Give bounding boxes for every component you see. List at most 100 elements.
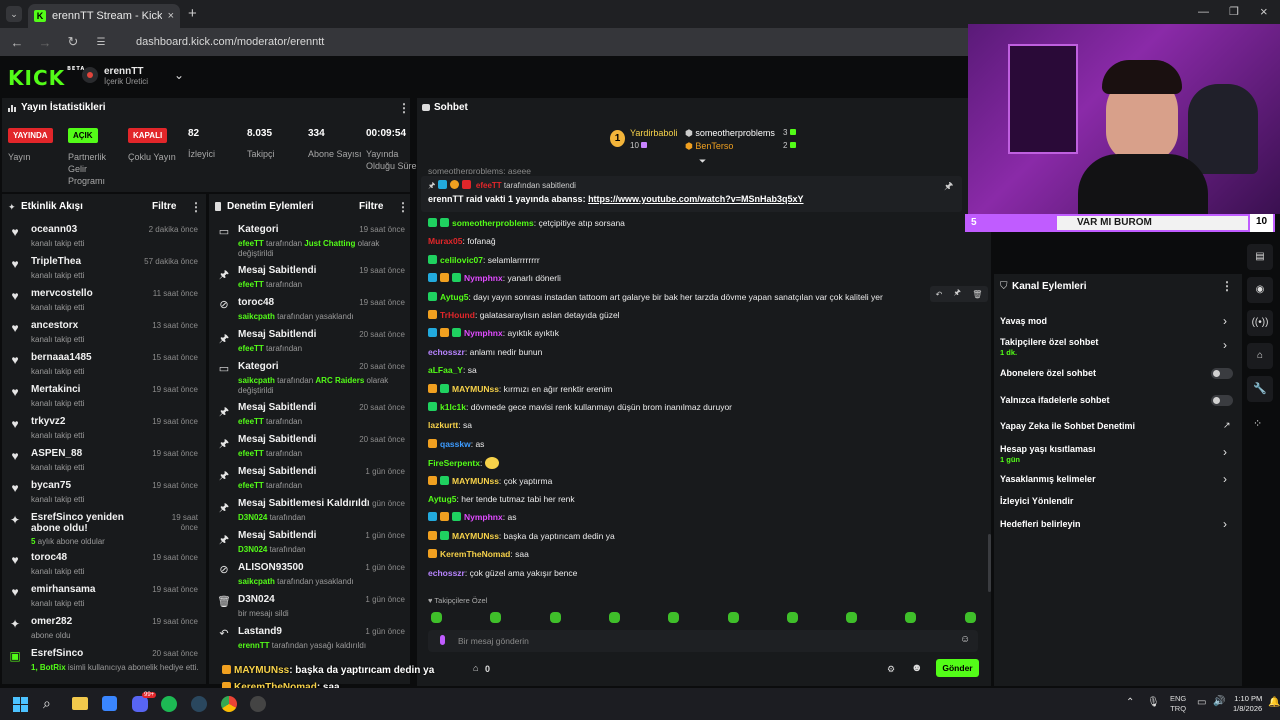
moderation-item[interactable]: 🖈 Mesaj Sabitlendi efeeTT tarafından 19 saa… (209, 263, 410, 295)
moderation-actor[interactable]: efeeTT (238, 481, 264, 490)
chat-message[interactable]: qasskw: as (428, 438, 968, 449)
chat-message[interactable]: MAYMUNss: başka da yaptırıcam dedin ya (428, 530, 968, 541)
chat-username[interactable]: Murax05 (428, 236, 463, 246)
forward-icon[interactable]: → (38, 35, 52, 50)
moderation-item[interactable]: 🖈 Mesaj Sabitlendi efeeTT tarafından 1 gün … (209, 464, 410, 496)
emote-icon[interactable] (846, 612, 858, 623)
spotify-icon[interactable] (161, 696, 177, 712)
activity-item[interactable]: ✦ omer282 abone oldu 19 saat önce (2, 614, 206, 646)
tray-chevron-icon[interactable]: ⌃ (1126, 697, 1134, 708)
channel-action-item[interactable]: Yasaklanmış kelimeler › (994, 470, 1242, 492)
moderation-actor[interactable]: efeeTT (238, 417, 264, 426)
stats-menu-icon[interactable]: ⋮ (398, 101, 410, 115)
activity-item[interactable]: ▣ EsrefSinco 1, BotRix isimli kullanıcıya … (2, 646, 206, 678)
obs-icon[interactable] (250, 696, 266, 712)
emote-picker-icon[interactable]: ☻ (911, 662, 923, 674)
channel-action-item[interactable]: İzleyici Yönlendir (994, 492, 1242, 514)
notification-icon[interactable]: 🔔 (1268, 697, 1280, 708)
chat-username[interactable]: MAYMUNss (452, 384, 499, 394)
restore-icon[interactable]: ❐ (1229, 5, 1239, 18)
emote-icon[interactable] (490, 612, 502, 623)
moderation-item[interactable]: ▭ Kategori efeeTT tarafından Just Chatting… (209, 222, 410, 263)
chat-message[interactable]: MAYMUNss: çok yaptırma (428, 475, 968, 486)
activity-item[interactable]: ♥ bycan75 kanalı takip etti 19 saat önce (2, 478, 206, 510)
reply-icon[interactable]: ↶ (936, 290, 943, 299)
emote-icon[interactable] (905, 612, 917, 623)
activity-filter-button[interactable]: Filtre (152, 201, 176, 212)
moderation-item[interactable]: 🖈 Mesaj Sabitlemesi Kaldırıldı D3N024 tara… (209, 496, 410, 528)
chat-message[interactable]: someotherproblems: çetçipitiye atıp sors… (428, 218, 968, 228)
channel-action-item[interactable]: Abonelere özel sohbet (994, 364, 1242, 386)
moderation-item[interactable]: ▭ Kategori saikcpath tarafından ARC Raider… (209, 359, 410, 400)
chat-message[interactable]: echosszr: anlamı nedir bunun (428, 347, 968, 357)
store-icon[interactable]: ⌂ (473, 663, 478, 673)
chat-username[interactable]: someotherproblems (452, 218, 534, 228)
emote-icon[interactable] (668, 612, 680, 623)
moderation-item[interactable]: 🖈 Mesaj Sabitlendi efeeTT tarafından 20 saa… (209, 327, 410, 359)
volume-icon[interactable]: 🔊 (1213, 696, 1225, 707)
activity-item[interactable]: ♥ oceann03 kanalı takip etti 2 dakika önce (2, 222, 206, 254)
clock[interactable]: 1:10 PM 1/8/2026 (1233, 694, 1262, 714)
emote-icon[interactable] (431, 612, 442, 623)
send-button[interactable]: Gönder (936, 659, 979, 677)
channel-avatar[interactable] (82, 67, 98, 83)
activity-item[interactable]: ♥ ancestorx kanalı takip etti 13 saat önce (2, 318, 206, 350)
chat-username[interactable]: aLFaa_Y (428, 365, 463, 375)
new-tab-icon[interactable]: + (188, 5, 197, 22)
moderation-actor[interactable]: efeeTT (238, 239, 264, 248)
chat-username[interactable]: echosszr (428, 347, 465, 357)
url-field[interactable]: dashboard.kick.com/moderator/erenntt (136, 36, 324, 48)
activity-item[interactable]: ♥ mervcostello kanalı takip etti 11 saat ön… (2, 286, 206, 318)
chat-message[interactable]: lazkurtt: sa (428, 420, 968, 430)
reload-icon[interactable]: ↻ (66, 34, 80, 50)
emote-icon[interactable] (608, 612, 620, 623)
chat-message[interactable]: Nymphnx: yanarlı dönerli (428, 273, 968, 283)
gifter-1-name[interactable]: Yardirbaboli (630, 128, 677, 138)
chat-username[interactable]: TrHound (440, 310, 475, 320)
chat-message[interactable]: FireSerpentx: (428, 457, 968, 470)
chat-message[interactable]: aLFaa_Y: sa (428, 365, 968, 375)
chat-icon[interactable]: ◉ (1247, 277, 1273, 303)
discord-icon[interactable] (132, 696, 148, 712)
chat-message[interactable]: Aytug5: her tende tutmaz tabi her renk (428, 494, 968, 504)
chat-username[interactable]: Nymphnx (464, 273, 503, 283)
emote-icon[interactable] (964, 612, 976, 623)
moderation-actor[interactable]: D3N024 (238, 545, 267, 554)
chat-username[interactable]: celilovic07 (440, 255, 483, 265)
file-explorer-icon[interactable] (72, 697, 88, 710)
chat-message[interactable]: Nymphnx: ayıktık ayıktık (428, 328, 968, 338)
store-panel-icon[interactable]: ⌂ (1247, 343, 1273, 369)
chat-username[interactable]: KeremTheNomad (440, 549, 510, 559)
more-tools-icon[interactable]: ⁘ (1253, 417, 1262, 430)
site-info-icon[interactable]: ☰ (94, 37, 108, 48)
moderation-actor[interactable]: saikcpath (238, 577, 275, 586)
chat-message[interactable]: Aytug5: dayı yayın sonrası instadan tatt… (428, 291, 968, 302)
emoji-icon[interactable]: ☺ (960, 634, 970, 645)
chat-message[interactable]: echosszr: çok güzel ama yakışır bence (428, 568, 968, 578)
chat-message[interactable]: celilovic07: selamlarrrrrrrr (428, 254, 968, 265)
toggle-switch[interactable] (1211, 395, 1233, 406)
activity-item[interactable]: ✦ EsrefSinco yeniden abone oldu! 5 aylık a… (2, 510, 206, 550)
chat-message[interactable]: KeremTheNomad: saa (428, 549, 968, 559)
back-icon[interactable]: ← (10, 35, 24, 50)
chat-scrollbar[interactable] (988, 534, 991, 592)
emote-icon[interactable] (786, 612, 798, 623)
activity-item[interactable]: ♥ toroc48 kanalı takip etti 19 saat önce (2, 550, 206, 582)
chat-username[interactable]: k1lc1k (440, 402, 466, 412)
minimize-icon[interactable]: — (1198, 6, 1209, 18)
activity-item[interactable]: ♥ emirhansama kanalı takip etti 19 saat önc… (2, 582, 206, 614)
chat-username[interactable]: qasskw (440, 439, 471, 449)
moderation-item[interactable]: 🖈 Mesaj Sabitlendi efeeTT tarafından 20 saa… (209, 400, 410, 432)
moderation-actor[interactable]: efeeTT (238, 344, 264, 353)
moderation-actor[interactable]: D3N024 (238, 513, 267, 522)
activity-item[interactable]: ♥ bernaaa1485 kanalı takip etti 15 saat önc… (2, 350, 206, 382)
toggle-switch[interactable] (1211, 368, 1233, 379)
moderation-item[interactable]: 🗑 D3N024 bir mesajı sildi 1 gün önce (209, 592, 410, 624)
moderation-actor[interactable]: saikcpath (238, 312, 275, 321)
window-close-icon[interactable]: × (1260, 4, 1268, 19)
moderation-item[interactable]: ↶ Lastand9 erennTT tarafından yasağı kaldı… (209, 624, 410, 656)
network-icon[interactable]: ▭ (1197, 697, 1206, 708)
channel-action-item[interactable]: Yalnızca ifadelerle sohbet (994, 391, 1242, 413)
chrome-icon[interactable] (221, 696, 237, 712)
delete-icon[interactable]: 🗑 (972, 290, 982, 299)
